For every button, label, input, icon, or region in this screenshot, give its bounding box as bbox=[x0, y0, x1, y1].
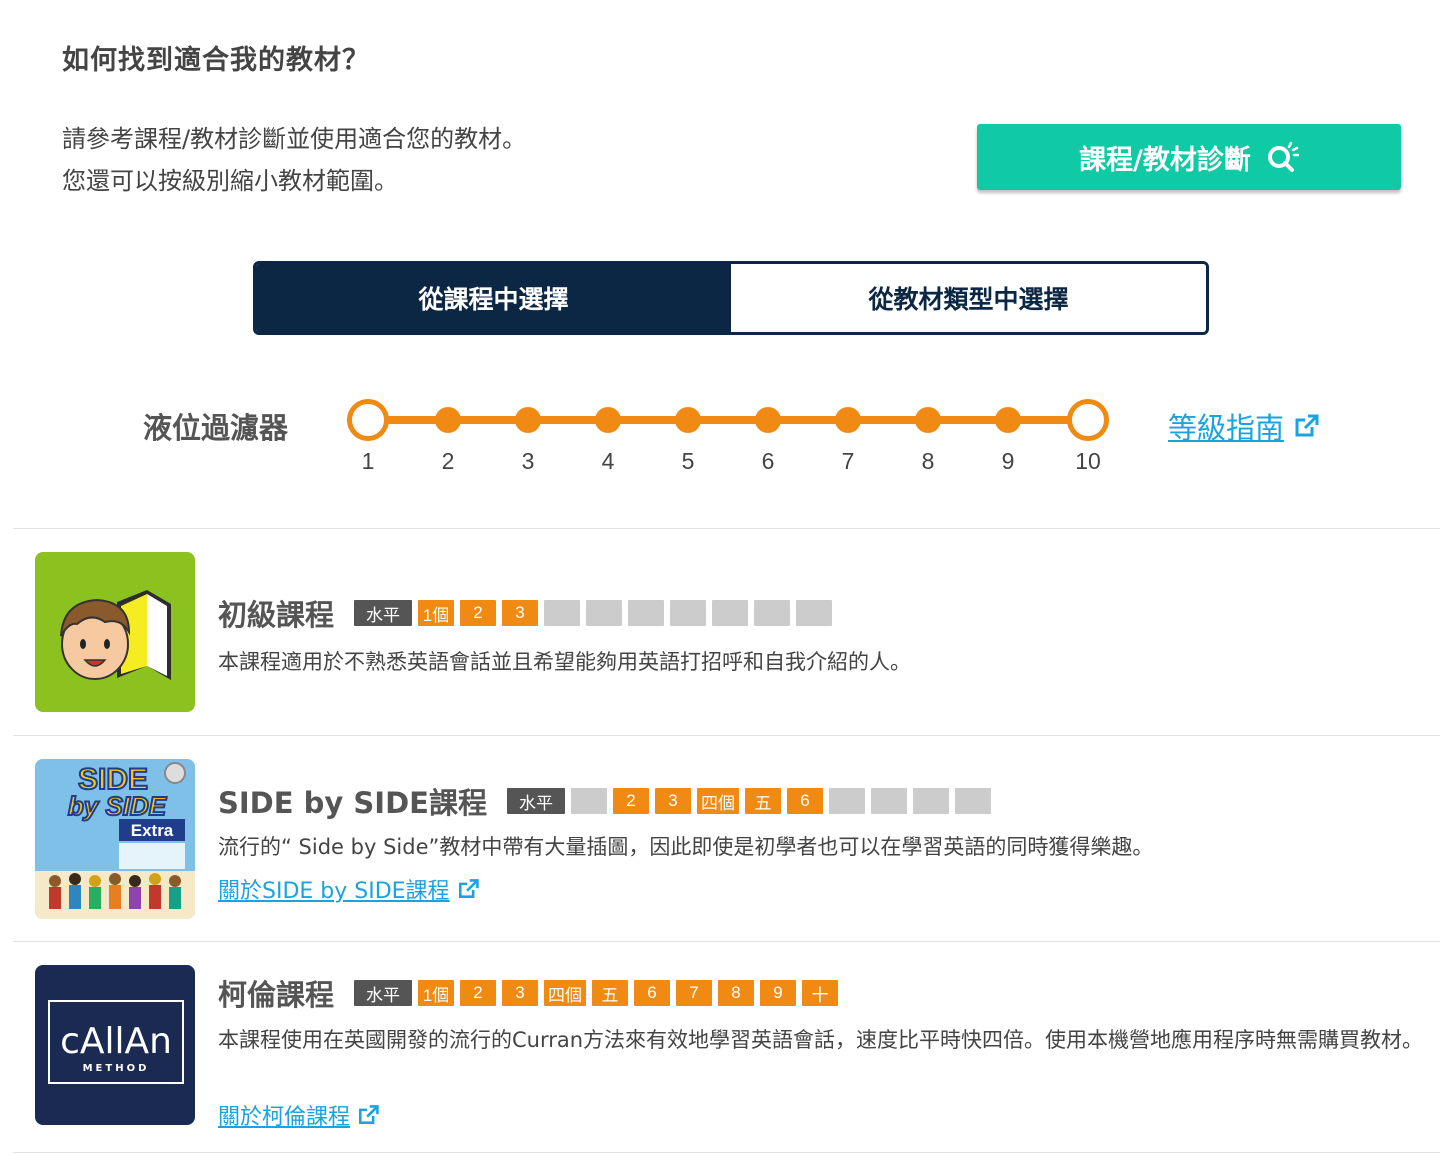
level-badge-active: 四個 bbox=[544, 980, 587, 1006]
slider-step-dot[interactable] bbox=[675, 407, 701, 433]
divider bbox=[13, 1152, 1440, 1153]
level-badge-active: 3 bbox=[502, 600, 539, 626]
external-link-icon bbox=[1295, 414, 1319, 437]
course-level-badges: 水平 1個 2 3 四個五 6 7 8 9 十 bbox=[354, 980, 839, 1006]
beginner-course-thumbnail bbox=[35, 552, 195, 712]
slider-handle[interactable] bbox=[1067, 399, 1109, 441]
thumb-text-line2: METHOD bbox=[83, 1063, 150, 1074]
course-detail-link[interactable]: 關於SIDE by SIDE課程 bbox=[218, 873, 480, 905]
level-guide-link[interactable]: 等級指南 bbox=[1168, 405, 1320, 447]
level-filter-label: 液位過濾器 bbox=[143, 411, 289, 445]
divider bbox=[13, 528, 1440, 529]
slider-tick-label: 8 bbox=[921, 448, 935, 474]
level-badge-inactive bbox=[670, 600, 707, 626]
level-badge-inactive bbox=[954, 788, 991, 814]
course-level-badges: 水平 2 3 四個五 6 bbox=[506, 788, 991, 814]
level-range-slider[interactable]: 1 2 3 4 5 6 7 8 9 10 bbox=[340, 392, 1120, 482]
level-guide-link-label: 等級指南 bbox=[1168, 411, 1285, 445]
external-link-icon bbox=[458, 879, 479, 898]
level-badge-active: 6 bbox=[634, 980, 671, 1006]
level-badge-inactive bbox=[828, 788, 865, 814]
level-badge-inactive bbox=[586, 600, 623, 626]
slider-tick-label: 9 bbox=[1001, 448, 1015, 474]
slider-track bbox=[368, 416, 1088, 424]
slider-step-dot[interactable] bbox=[995, 407, 1021, 433]
slider-tick-label: 6 bbox=[761, 448, 775, 474]
slider-tick-label: 3 bbox=[521, 448, 535, 474]
tab-by-material-type[interactable]: 從教材類型中選擇 bbox=[731, 264, 1206, 332]
intro-line-1: 請參考課程/教材診斷並使用適合您的教材。 bbox=[62, 125, 527, 153]
level-badge-inactive bbox=[870, 788, 907, 814]
page-title: 如何找到適合我的教材？ bbox=[62, 45, 370, 76]
course-title: 初級課程 bbox=[218, 598, 335, 632]
intro-line-2: 您還可以按級別縮小教材範圍。 bbox=[62, 167, 398, 195]
slider-step-dot[interactable] bbox=[915, 407, 941, 433]
level-label-badge: 水平 bbox=[354, 600, 413, 626]
level-badge-inactive bbox=[754, 600, 791, 626]
slider-tick-label: 10 bbox=[1075, 448, 1101, 474]
level-badge-active: 2 bbox=[460, 980, 497, 1006]
thumb-text-line1: cAllAn bbox=[60, 1021, 172, 1062]
course-level-badges: 水平 1個 2 3 bbox=[354, 600, 833, 626]
level-badge-active: 五 bbox=[592, 980, 629, 1006]
level-badge-active: 五 bbox=[744, 788, 781, 814]
level-badge-active: 3 bbox=[654, 788, 691, 814]
slider-step-dot[interactable] bbox=[435, 407, 461, 433]
slider-tick-label: 7 bbox=[841, 448, 855, 474]
level-badge-inactive bbox=[570, 788, 607, 814]
level-badge-active: 2 bbox=[612, 788, 649, 814]
search-sparkle-icon bbox=[1267, 141, 1299, 172]
level-badge-inactive bbox=[712, 600, 749, 626]
slider-step-dot[interactable] bbox=[515, 407, 541, 433]
callan-course-thumbnail: cAllAn METHOD bbox=[35, 965, 195, 1125]
level-badge-active: 8 bbox=[718, 980, 755, 1006]
divider bbox=[13, 735, 1440, 736]
level-badge-active: 3 bbox=[502, 980, 539, 1006]
level-badge-active: 1個 bbox=[418, 980, 455, 1006]
thumb-text-line3: Extra bbox=[131, 821, 174, 840]
selection-tabs: 從課程中選擇 從教材類型中選擇 bbox=[253, 261, 1209, 335]
diagnosis-button[interactable]: 課程/教材診斷 bbox=[977, 124, 1401, 190]
level-badge-inactive bbox=[544, 600, 581, 626]
level-badge-active: 十 bbox=[802, 980, 839, 1006]
course-detail-link[interactable]: 關於柯倫課程 bbox=[218, 1099, 380, 1131]
slider-tick-label: 5 bbox=[681, 448, 695, 474]
slider-step-dot[interactable] bbox=[595, 407, 621, 433]
side-by-side-course-thumbnail: SIDE by SIDE Extra bbox=[35, 759, 195, 919]
course-title-row: SIDE by SIDE課程 水平 2 3 四個五 6 bbox=[218, 780, 991, 822]
level-badge-active: 7 bbox=[676, 980, 713, 1006]
slider-step-dot[interactable] bbox=[755, 407, 781, 433]
course-description: 本課程適用於不熟悉英語會話並且希望能夠用英語打招呼和自我介紹的人。 bbox=[218, 650, 911, 674]
intro-text: 請參考課程/教材診斷並使用適合您的教材。 您還可以按級別縮小教材範圍。 bbox=[62, 118, 526, 202]
level-label-badge: 水平 bbox=[354, 980, 413, 1006]
course-title: 柯倫課程 bbox=[218, 978, 335, 1012]
slider-tick-label: 2 bbox=[441, 448, 455, 474]
course-title-row: 初級課程 水平 1個 2 3 bbox=[218, 592, 833, 634]
level-badge-active: 1個 bbox=[418, 600, 455, 626]
level-badge-active: 6 bbox=[786, 788, 823, 814]
slider-tick-label: 1 bbox=[361, 448, 375, 474]
level-badge-active: 四個 bbox=[696, 788, 739, 814]
external-link-icon bbox=[359, 1105, 379, 1124]
level-badge-active: 9 bbox=[760, 980, 797, 1006]
course-title-row: 柯倫課程 水平 1個 2 3 四個五 6 7 8 9 十 bbox=[218, 972, 839, 1014]
slider-handle[interactable] bbox=[347, 399, 389, 441]
divider bbox=[13, 941, 1440, 942]
course-description: 本課程使用在英國開發的流行的Curran方法來有效地學習英語會話，速度比平時快四… bbox=[218, 1028, 1424, 1052]
slider-step-dot[interactable] bbox=[835, 407, 861, 433]
slider-tick-label: 4 bbox=[601, 448, 615, 474]
level-badge-inactive bbox=[628, 600, 665, 626]
level-label-badge: 水平 bbox=[506, 788, 565, 814]
level-badge-active: 2 bbox=[460, 600, 497, 626]
course-detail-link-label: 關於柯倫課程 bbox=[218, 1105, 351, 1130]
thumb-text-line2: by SIDE bbox=[68, 791, 167, 821]
course-detail-link-label: 關於SIDE by SIDE課程 bbox=[218, 879, 450, 904]
level-badge-inactive bbox=[796, 600, 833, 626]
course-title: SIDE by SIDE課程 bbox=[218, 786, 487, 820]
diagnosis-button-label: 課程/教材診斷 bbox=[1079, 144, 1251, 176]
tab-by-course[interactable]: 從課程中選擇 bbox=[256, 264, 731, 332]
course-description: 流行的“ Side by Side”教材中帶有大量插圖，因此即使是初學者也可以在… bbox=[218, 835, 1154, 859]
level-badge-inactive bbox=[912, 788, 949, 814]
